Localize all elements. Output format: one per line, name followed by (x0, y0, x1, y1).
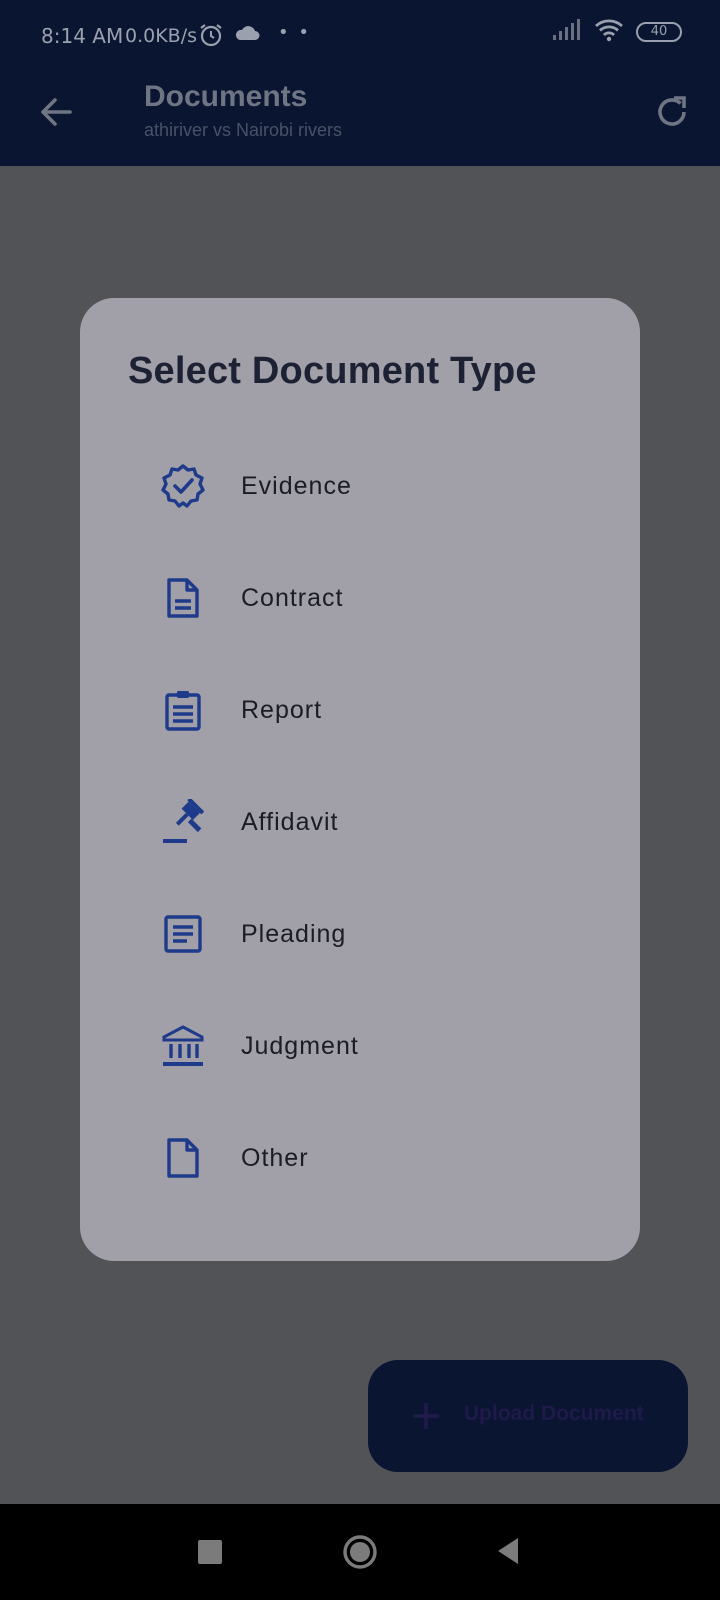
option-judgment[interactable]: Judgment (80, 990, 640, 1102)
option-label: Contract (241, 583, 344, 612)
nav-back-icon[interactable] (494, 1536, 522, 1566)
option-label: Judgment (241, 1031, 359, 1060)
option-label: Evidence (241, 471, 352, 500)
document-type-dialog: Select Document Type Evidence Contract R… (80, 298, 640, 1261)
verified-badge-icon (160, 463, 206, 509)
notification-dots: • • (278, 22, 311, 43)
article-icon (160, 911, 206, 957)
wifi-icon (594, 18, 624, 46)
home-icon[interactable] (342, 1534, 378, 1570)
option-affidavit[interactable]: Affidavit (80, 766, 640, 878)
option-label: Affidavit (241, 807, 339, 836)
system-navigation-bar (0, 1504, 720, 1600)
option-evidence[interactable]: Evidence (80, 430, 640, 542)
upload-document-button[interactable]: Upload Document (368, 1360, 688, 1472)
description-icon (160, 575, 206, 621)
status-icons-right: 40 (552, 18, 682, 46)
refresh-icon[interactable] (650, 90, 694, 134)
file-icon (160, 1135, 206, 1181)
gavel-icon (160, 799, 206, 845)
battery-icon: 40 (636, 22, 682, 42)
signal-icon (552, 19, 582, 45)
recents-icon[interactable] (198, 1540, 222, 1564)
app-bar: Documents athiriver vs Nairobi rivers (0, 70, 720, 166)
plus-icon (408, 1398, 444, 1434)
option-other[interactable]: Other (80, 1102, 640, 1214)
option-pleading[interactable]: Pleading (80, 878, 640, 990)
arrow-back-icon[interactable] (34, 90, 78, 134)
courthouse-icon (160, 1023, 206, 1069)
page-title: Documents (144, 80, 308, 113)
status-bar: 8:14 AM 0.0KB/s • • 40 (0, 0, 720, 70)
clipboard-icon (160, 687, 206, 733)
page-subtitle: athiriver vs Nairobi rivers (144, 120, 343, 140)
upload-document-label: Upload Document (464, 1402, 644, 1425)
status-time: 8:14 AM (41, 24, 124, 48)
dialog-title: Select Document Type (128, 350, 537, 392)
option-label: Pleading (241, 919, 347, 948)
option-label: Report (241, 695, 323, 724)
status-network-speed: 0.0KB/s (125, 25, 198, 47)
option-label: Other (241, 1143, 309, 1172)
option-contract[interactable]: Contract (80, 542, 640, 654)
cloud-icon (234, 24, 260, 46)
alarm-icon (198, 22, 224, 52)
option-report[interactable]: Report (80, 654, 640, 766)
